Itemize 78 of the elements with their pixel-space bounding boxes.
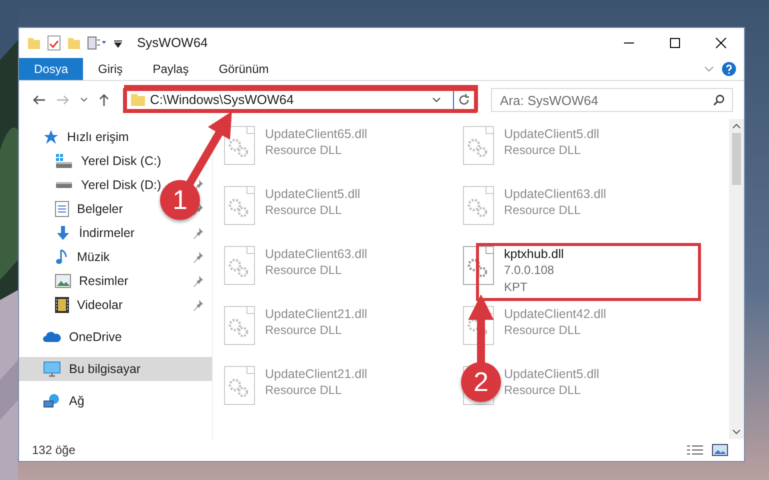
cloud-icon bbox=[43, 331, 61, 343]
search-icon bbox=[713, 94, 725, 106]
search-field[interactable]: Ara: SysWOW64 bbox=[491, 88, 733, 112]
address-bar[interactable]: C:\Windows\SysWOW64 bbox=[123, 88, 477, 112]
file-name: UpdateClient42.dll bbox=[504, 306, 606, 322]
film-icon bbox=[55, 297, 69, 313]
file-name: UpdateClient5.dll bbox=[504, 126, 600, 142]
drive-icon bbox=[56, 182, 72, 188]
dropdown-icon[interactable] bbox=[432, 97, 441, 103]
item-count: 132 öğe bbox=[32, 442, 76, 459]
expand-ribbon-icon[interactable] bbox=[704, 66, 714, 72]
maximize-icon bbox=[669, 37, 681, 49]
dll-file-icon bbox=[223, 246, 257, 286]
drive-icon bbox=[55, 153, 73, 169]
customize-toolbar-icon[interactable] bbox=[113, 38, 123, 48]
file-detail: Resource DLL bbox=[265, 142, 343, 159]
window-title: SysWOW64 bbox=[137, 34, 208, 52]
nav-item[interactable]: Yerel Disk (C:) bbox=[55, 149, 162, 173]
picture-icon bbox=[55, 274, 71, 288]
scrollbar[interactable] bbox=[729, 119, 744, 439]
dll-file-icon bbox=[223, 306, 257, 346]
scroll-thumb[interactable] bbox=[732, 133, 741, 185]
address-path: C:\Windows\SysWOW64 bbox=[150, 91, 294, 110]
nav-item[interactable]: Videolar bbox=[55, 293, 123, 317]
file-detail: Resource DLL bbox=[265, 382, 343, 399]
dll-file-icon bbox=[223, 186, 257, 226]
file-name: UpdateClient63.dll bbox=[504, 186, 606, 202]
music-note-icon bbox=[55, 249, 69, 265]
file-name: UpdateClient65.dll bbox=[265, 126, 368, 142]
minimize-icon bbox=[623, 42, 635, 44]
ribbon-tab[interactable]: Giriş bbox=[83, 58, 138, 80]
nav-item[interactable]: Belgeler bbox=[55, 197, 123, 221]
help-icon[interactable] bbox=[722, 62, 736, 76]
file-detail: Resource DLL bbox=[265, 322, 343, 339]
ribbon-tab[interactable]: Paylaş bbox=[138, 58, 204, 80]
file-detail: Resource DLL bbox=[265, 262, 343, 279]
file-detail: Resource DLL bbox=[504, 202, 582, 219]
network-icon bbox=[43, 393, 61, 409]
download-icon bbox=[55, 225, 71, 241]
nav-item[interactable]: Resimler bbox=[55, 269, 128, 293]
nav-item[interactable]: Hızlı erişim bbox=[43, 125, 129, 149]
file-name: kptxhub.dll bbox=[504, 246, 564, 262]
close-icon bbox=[715, 37, 727, 49]
dll-file-icon bbox=[462, 126, 496, 166]
ribbon-tab[interactable]: Görünüm bbox=[204, 58, 284, 80]
monitor-icon bbox=[43, 361, 61, 377]
dll-file-icon bbox=[462, 186, 496, 226]
file-detail: 7.0.0.108 bbox=[504, 262, 556, 279]
nav-item[interactable]: Ağ bbox=[43, 389, 84, 413]
file-detail: Resource DLL bbox=[504, 142, 582, 159]
nav-item[interactable]: İndirmeler bbox=[55, 221, 135, 245]
scroll-up-icon[interactable] bbox=[732, 123, 741, 129]
properties-icon[interactable] bbox=[47, 35, 61, 51]
scroll-down-icon[interactable] bbox=[732, 429, 741, 435]
file-detail: Resource DLL bbox=[265, 202, 343, 219]
folder-icon bbox=[27, 36, 41, 50]
file-name: UpdateClient5.dll bbox=[504, 366, 600, 382]
large-icons-view-icon[interactable] bbox=[712, 444, 728, 456]
folder-icon bbox=[130, 93, 146, 107]
nav-item[interactable]: OneDrive bbox=[43, 325, 122, 349]
file-detail: Resource DLL bbox=[504, 322, 582, 339]
file-detail: KPT bbox=[504, 279, 528, 296]
star-icon bbox=[43, 129, 59, 145]
ribbon-tab[interactable]: Dosya bbox=[19, 58, 84, 80]
file-name: UpdateClient21.dll bbox=[265, 366, 368, 382]
file-name: UpdateClient21.dll bbox=[265, 306, 368, 322]
dll-file-icon bbox=[462, 246, 496, 286]
document-icon bbox=[55, 201, 69, 217]
details-view-icon[interactable] bbox=[686, 444, 704, 456]
view-options-icon[interactable] bbox=[87, 36, 107, 50]
nav-item[interactable]: Müzik bbox=[55, 245, 110, 269]
file-detail: Resource DLL bbox=[504, 382, 582, 399]
file-name: UpdateClient5.dll bbox=[265, 186, 360, 202]
dll-file-icon bbox=[223, 126, 257, 166]
dll-file-icon bbox=[462, 306, 496, 346]
file-name: UpdateClient63.dll bbox=[265, 246, 368, 262]
dll-file-icon bbox=[223, 366, 257, 406]
nav-item[interactable]: Yerel Disk (D:) bbox=[55, 173, 162, 197]
